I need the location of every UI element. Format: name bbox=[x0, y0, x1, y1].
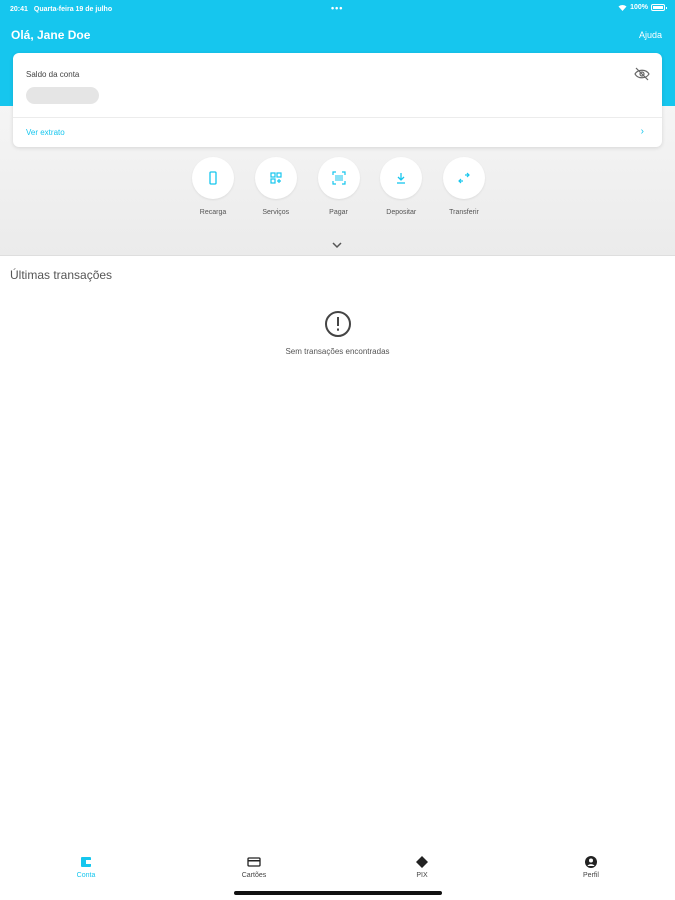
chevron-right-icon[interactable]: › bbox=[641, 126, 644, 137]
action-label: Transferir bbox=[449, 209, 479, 216]
action-label: Pagar bbox=[329, 209, 348, 216]
action-label: Serviços bbox=[262, 209, 290, 216]
transactions-title: Últimas transações bbox=[10, 268, 113, 282]
tab-conta[interactable]: Conta bbox=[56, 855, 116, 879]
card-icon bbox=[247, 857, 261, 867]
view-statement-link[interactable]: Ver extrato bbox=[26, 128, 65, 137]
tab-perfil[interactable]: Perfil bbox=[561, 855, 621, 879]
tab-label: Perfil bbox=[583, 872, 599, 879]
help-link[interactable]: Ajuda bbox=[639, 30, 662, 40]
empty-transactions-message: Sem transações encontradas bbox=[285, 347, 390, 356]
tab-pix[interactable]: PIX bbox=[392, 855, 452, 879]
action-pagar[interactable]: Pagar bbox=[317, 157, 361, 216]
multitask-dots-icon[interactable]: ••• bbox=[331, 3, 343, 13]
greeting: Olá, Jane Doe bbox=[11, 28, 91, 42]
balance-label: Saldo da conta bbox=[26, 70, 80, 79]
profile-icon bbox=[585, 856, 597, 868]
status-date: Quarta-feira 19 de julho bbox=[33, 5, 113, 13]
quick-actions: Recarga Serviços Pagar Depositar Transfe… bbox=[191, 157, 486, 216]
transfer-icon bbox=[458, 172, 470, 184]
hidden-balance bbox=[26, 87, 99, 104]
tab-label: PIX bbox=[416, 872, 428, 879]
home-indicator[interactable] bbox=[234, 891, 442, 895]
phone-icon bbox=[209, 171, 217, 185]
chevron-down-icon[interactable] bbox=[331, 240, 343, 250]
wallet-icon bbox=[81, 857, 91, 867]
account-balance-card: Saldo da conta Ver extrato › bbox=[13, 53, 662, 147]
eye-off-icon[interactable] bbox=[634, 67, 650, 81]
action-label: Depositar bbox=[386, 209, 417, 216]
services-grid-icon bbox=[270, 172, 282, 184]
action-depositar[interactable]: Depositar bbox=[379, 157, 423, 216]
battery-percent: 100% bbox=[630, 4, 648, 11]
status-bar: 20:41 Quarta-feira 19 de julho ••• 100% bbox=[0, 0, 675, 18]
alert-circle-icon bbox=[325, 311, 351, 337]
tab-label: Conta bbox=[76, 872, 96, 879]
download-icon bbox=[397, 173, 406, 184]
tab-cartoes[interactable]: Cartões bbox=[224, 855, 284, 879]
wifi-icon bbox=[618, 4, 627, 11]
action-label: Recarga bbox=[199, 209, 227, 216]
battery-icon bbox=[651, 4, 667, 11]
action-servicos[interactable]: Serviços bbox=[254, 157, 298, 216]
card-divider bbox=[13, 117, 662, 118]
action-recarga[interactable]: Recarga bbox=[191, 157, 235, 216]
action-transferir[interactable]: Transferir bbox=[442, 157, 486, 216]
status-time: 20:41 bbox=[10, 5, 28, 13]
barcode-scan-icon bbox=[331, 171, 346, 185]
tab-label: Cartões bbox=[241, 872, 267, 879]
pix-icon bbox=[416, 856, 428, 868]
